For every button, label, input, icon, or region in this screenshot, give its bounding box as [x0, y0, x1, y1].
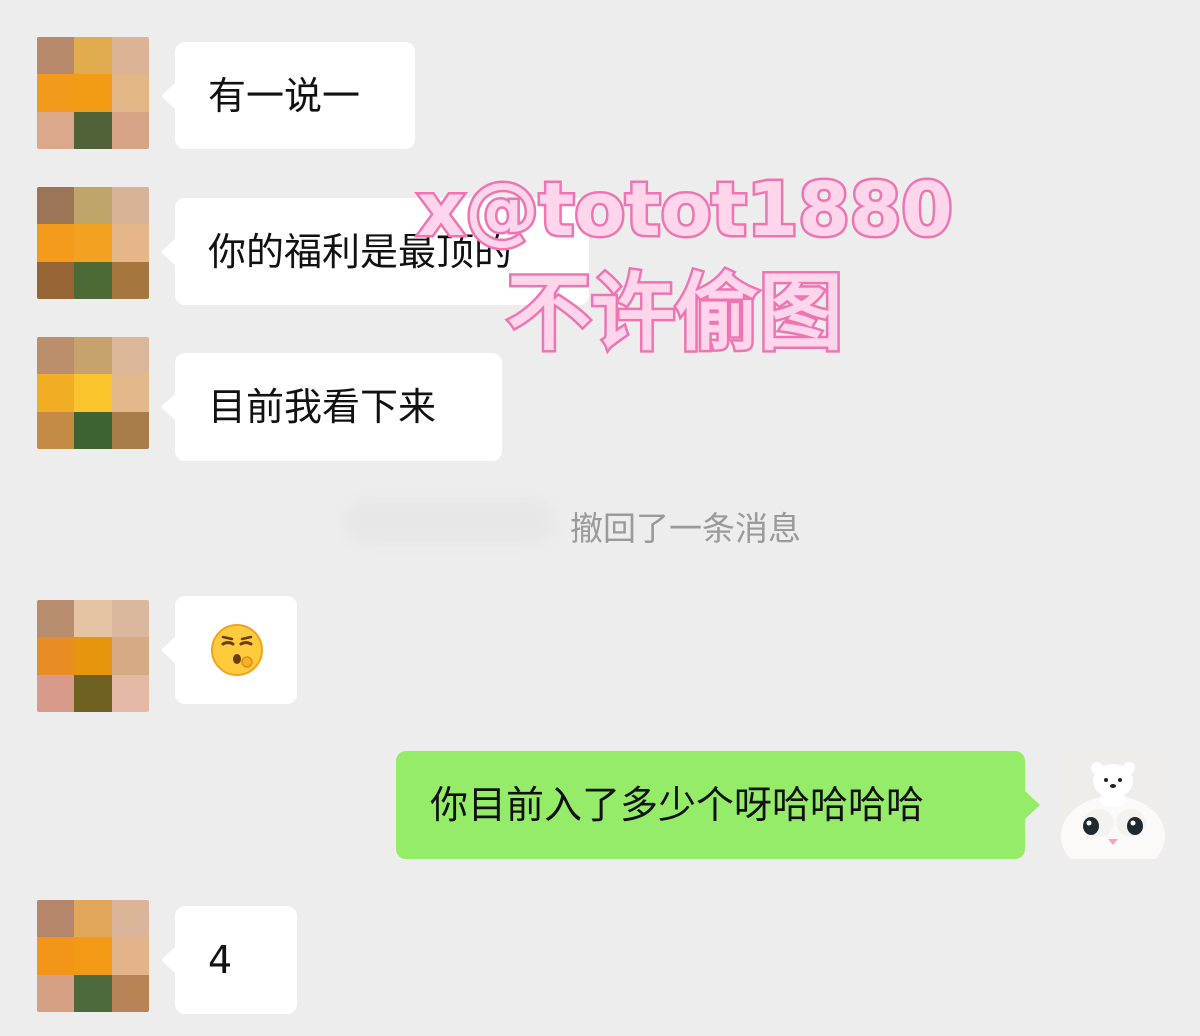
contact-avatar[interactable] [37, 900, 149, 1012]
message-text: 你目前入了多少个呀哈哈哈哈 [430, 783, 925, 827]
contact-avatar[interactable] [37, 337, 149, 449]
outgoing-message-bubble[interactable]: 你目前入了多少个呀哈哈哈哈 [396, 751, 1040, 859]
contact-avatar[interactable] [37, 187, 149, 299]
blurred-nickname [345, 500, 555, 544]
chat-screen: 有一说一 你的福利是最顶的 目前我看下来 撤回了一条消息 你目前入了多少个呀哈哈… [0, 0, 1200, 1036]
message-bubble[interactable]: 目前我看下来 [161, 353, 502, 461]
self-avatar[interactable] [1059, 751, 1167, 859]
message-bubble[interactable]: 你的福利是最顶的 [161, 198, 589, 305]
message-text: 目前我看下来 [208, 385, 437, 429]
cat-avatar-image [1059, 751, 1167, 859]
face-exhaling-emoji [211, 624, 263, 676]
contact-avatar[interactable] [37, 600, 149, 712]
contact-avatar[interactable] [37, 37, 149, 149]
recall-notice: 撤回了一条消息 [570, 509, 801, 548]
message-text: 4 [208, 938, 233, 982]
message-bubble[interactable]: 有一说一 [161, 42, 415, 149]
message-bubble[interactable]: 4 [161, 906, 297, 1014]
emoji-bubble[interactable] [161, 596, 297, 704]
message-text: 有一说一 [208, 73, 361, 118]
message-text: 你的福利是最顶的 [208, 229, 513, 274]
